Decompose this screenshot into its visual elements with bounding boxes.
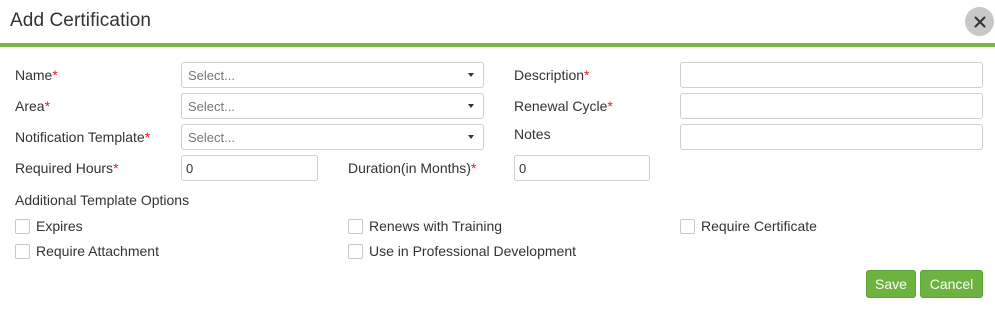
renews-with-training-label: Renews with Training [369,218,503,234]
description-input[interactable] [680,62,983,88]
required-mark: * [113,160,119,176]
close-icon [974,16,985,27]
notification-template-label: Notification Template* [15,129,151,145]
name-select[interactable]: Select... [181,62,484,88]
required-mark: * [144,129,151,145]
renews-with-training-checkbox-row[interactable]: Renews with Training [348,218,502,234]
use-in-professional-development-checkbox-row[interactable]: Use in Professional Development [348,243,576,259]
area-select-value: Select... [188,98,235,114]
cancel-button[interactable]: Cancel [920,270,983,298]
required-hours-label: Required Hours* [15,160,119,176]
notes-label: Notes [514,126,551,142]
require-attachment-label: Require Attachment [36,243,159,259]
use-in-professional-development-checkbox[interactable] [348,243,363,259]
name-select-value: Select... [188,67,235,83]
caret-down-icon [468,135,474,139]
close-button[interactable] [965,7,994,36]
required-mark: * [607,98,613,114]
add-certification-dialog: Add Certification Name* Select... Area* … [0,0,995,309]
require-attachment-checkbox-row[interactable]: Require Attachment [15,243,159,259]
required-mark: * [44,98,51,114]
options-heading: Additional Template Options [15,192,190,208]
caret-down-icon [468,104,474,108]
dialog-title: Add Certification [10,10,152,31]
notification-template-select[interactable]: Select... [181,124,484,150]
duration-input[interactable]: 0 [514,155,650,181]
renewal-cycle-label: Renewal Cycle* [514,98,613,114]
area-label: Area* [15,98,51,114]
required-hours-input[interactable]: 0 [181,155,318,181]
required-mark: * [584,67,590,83]
required-mark: * [470,160,477,176]
require-attachment-checkbox[interactable] [15,243,30,259]
duration-value: 0 [519,160,527,176]
description-label: Description* [514,67,590,83]
required-hours-value: 0 [186,160,194,176]
save-button[interactable]: Save [866,270,916,298]
require-certificate-label: Require Certificate [701,218,817,234]
expires-checkbox[interactable] [15,218,30,234]
name-label: Name* [15,67,58,83]
renews-with-training-checkbox[interactable] [348,218,363,234]
required-mark: * [52,67,58,83]
expires-checkbox-row[interactable]: Expires [15,218,83,234]
header-accent-bar [0,43,995,47]
require-certificate-checkbox[interactable] [680,218,695,234]
area-select[interactable]: Select... [181,93,484,119]
expires-label: Expires [36,218,83,234]
require-certificate-checkbox-row[interactable]: Require Certificate [680,218,817,234]
notes-input[interactable] [680,124,983,150]
renewal-cycle-input[interactable] [680,93,983,119]
notification-template-select-value: Select... [188,129,235,145]
duration-label: Duration(in Months)* [348,160,477,176]
caret-down-icon [468,73,474,77]
use-in-professional-development-label: Use in Professional Development [369,243,576,259]
dialog-header: Add Certification [0,0,995,43]
